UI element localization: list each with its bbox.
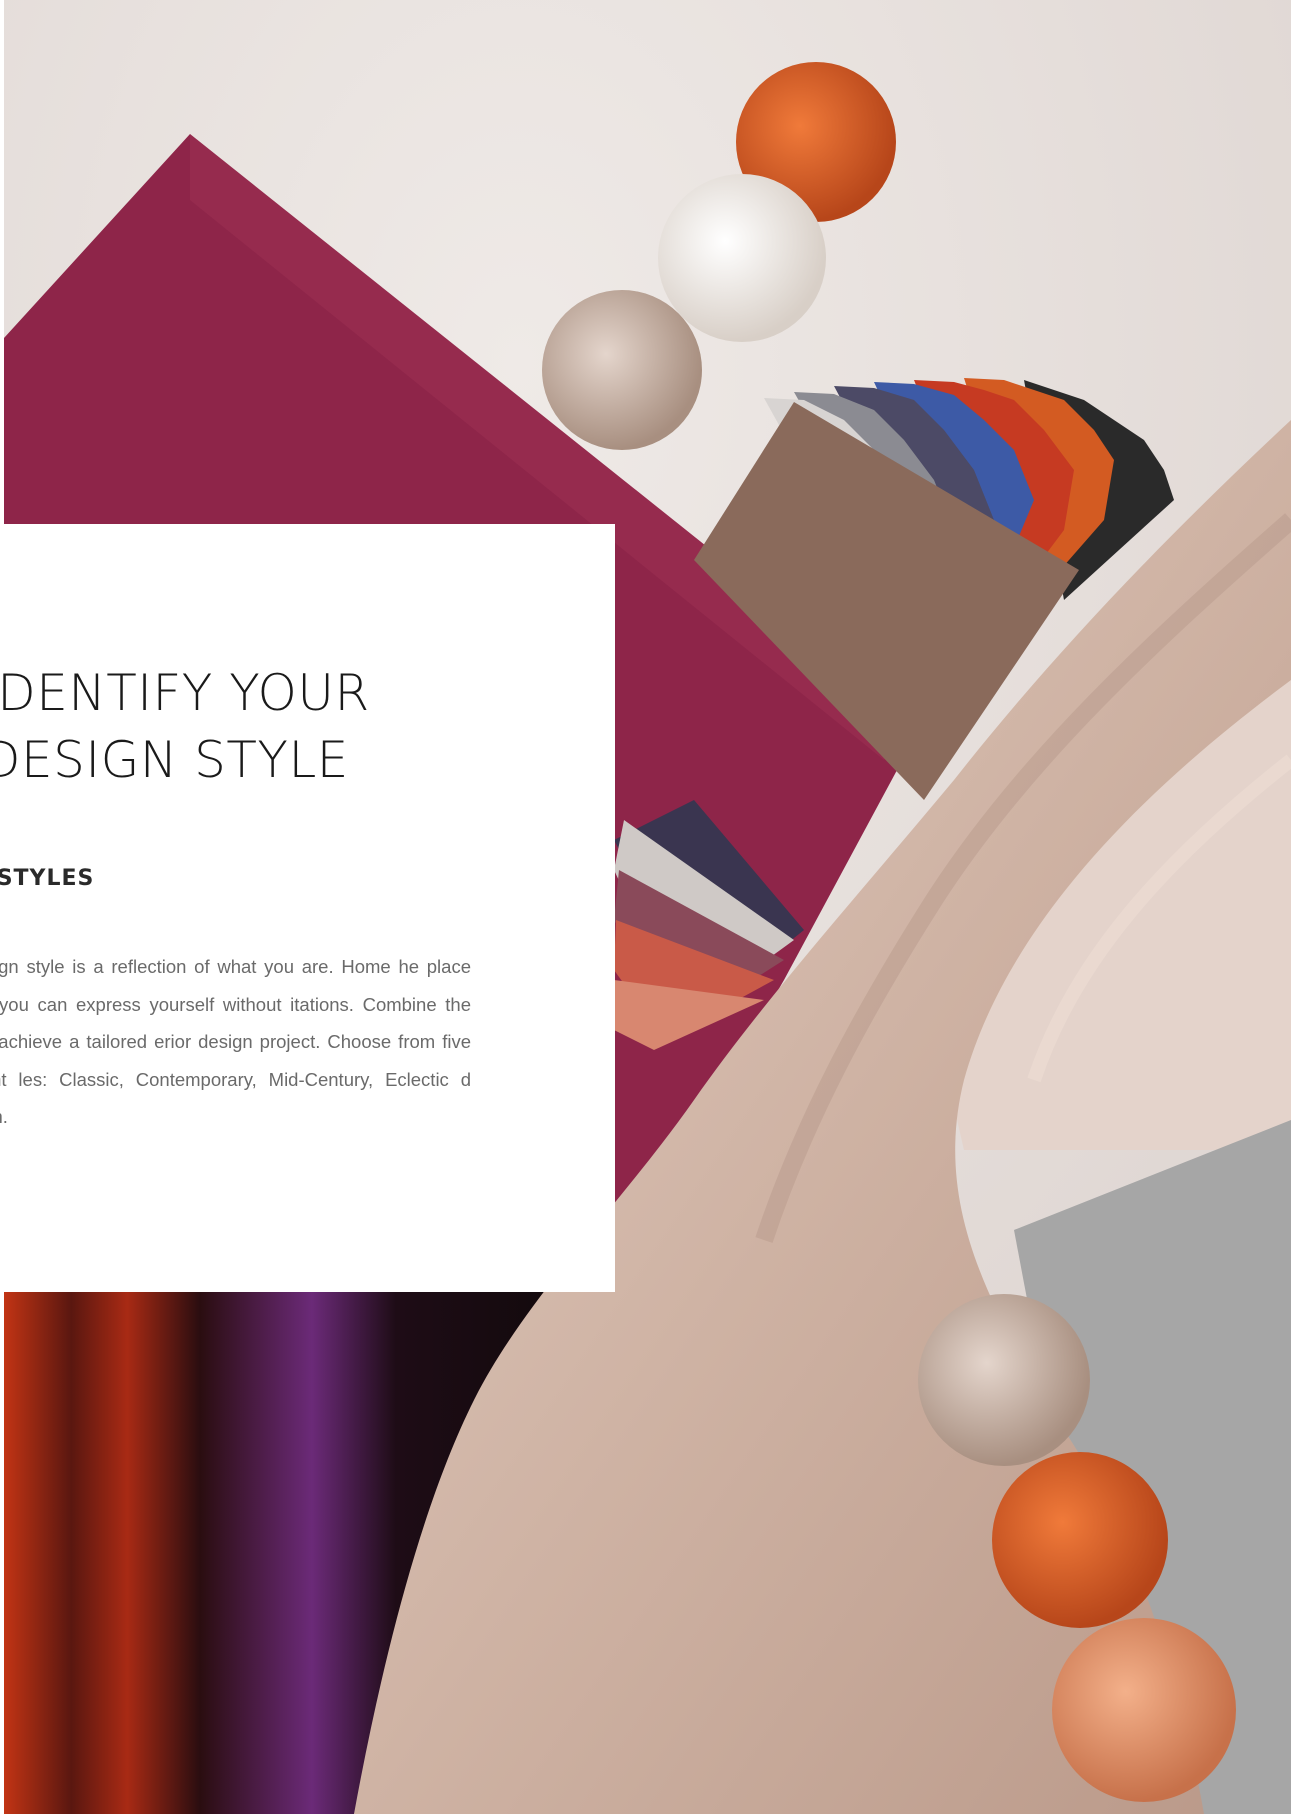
section-subtitle: E STYLES bbox=[0, 866, 95, 891]
pompom-taupe-bottom bbox=[918, 1294, 1090, 1466]
body-paragraph: ur design style is a reflection of what … bbox=[0, 956, 471, 1127]
title-line-1: IDENTIFY YOUR bbox=[0, 664, 370, 722]
pompom-taupe-top bbox=[542, 290, 702, 450]
content-card: IDENTIFY YOUR DESIGN STYLE E STYLES ur d… bbox=[0, 524, 615, 1292]
page-title: IDENTIFY YOUR DESIGN STYLE bbox=[0, 660, 370, 794]
title-line-2: DESIGN STYLE bbox=[0, 731, 349, 789]
pompom-peach-bottom bbox=[1052, 1618, 1236, 1802]
pompom-orange-bottom bbox=[992, 1452, 1168, 1628]
pompom-white bbox=[658, 174, 826, 342]
